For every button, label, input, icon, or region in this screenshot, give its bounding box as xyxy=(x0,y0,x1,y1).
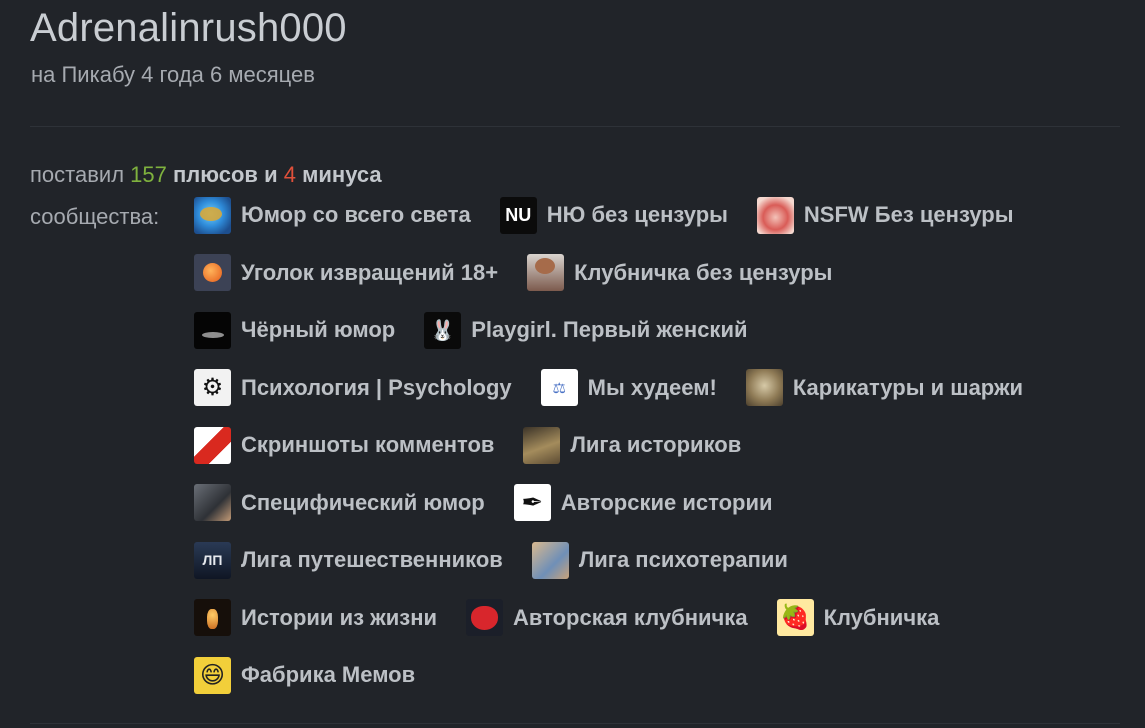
meme-face-avatar: 😄 xyxy=(194,656,231,694)
community-row: Скриншоты комментов Лига историков xyxy=(194,426,1114,484)
strawberry-badge-avatar xyxy=(466,599,504,636)
community-link[interactable]: NU НЮ без цензуры xyxy=(499,196,728,234)
community-link[interactable]: ✒ Авторские истории xyxy=(513,484,773,522)
community-link[interactable]: ⚙ Психология | Psychology xyxy=(194,369,512,407)
community-name: Клубничка xyxy=(823,604,940,630)
community-link[interactable]: Юмор со всего света xyxy=(194,196,471,234)
black-avatar xyxy=(194,311,231,349)
candle-avatar xyxy=(194,599,231,636)
community-link[interactable]: ⚖ Мы худеем! xyxy=(540,369,717,407)
community-name: Уголок извращений 18+ xyxy=(241,259,499,285)
psychotherapy-avatar xyxy=(531,541,569,579)
community-link[interactable]: Истории из жизни xyxy=(194,599,437,637)
community-link[interactable]: 🐰 Playgirl. Первый женский xyxy=(424,311,748,349)
screenshot-avatar xyxy=(194,426,231,464)
communities-list: Юмор со всего света NU НЮ без цензуры NSFW … xyxy=(194,196,1114,714)
community-name: Фабрика Мемов xyxy=(241,662,416,687)
community-link[interactable]: Уголок извращений 18+ xyxy=(194,254,498,292)
history-avatar xyxy=(523,426,561,464)
community-link[interactable]: ЛП Лига путешественников xyxy=(194,541,503,579)
community-row: Уголок извращений 18+ Клубничка без цензу… xyxy=(194,254,1114,312)
community-name: Авторские истории xyxy=(560,489,773,515)
community-link[interactable]: 😄 Фабрика Мемов xyxy=(194,656,415,694)
community-link[interactable]: 🍓 Клубничка xyxy=(776,599,940,637)
divider xyxy=(30,723,1120,724)
community-name: Юмор со всего света xyxy=(241,202,471,227)
community-name: Специфический юмор xyxy=(241,489,485,515)
votes-prefix: поставил xyxy=(30,162,125,187)
community-name: Мы худеем! xyxy=(587,374,717,400)
community-link[interactable]: NSFW Без цензуры xyxy=(756,196,1014,234)
photo-avatar xyxy=(527,254,565,291)
community-name: Лига психотерапии xyxy=(578,547,788,572)
community-name: Playgirl. Первый женский xyxy=(471,317,748,342)
community-name: Лига историков xyxy=(570,432,742,457)
community-name: Карикатуры и шаржи xyxy=(792,374,1024,400)
community-link[interactable]: Специфический юмор xyxy=(194,484,485,522)
nsfw-avatar xyxy=(756,196,794,234)
community-link[interactable]: Клубничка без цензуры xyxy=(527,254,832,292)
community-link[interactable]: Чёрный юмор xyxy=(194,311,395,349)
profile-username: Adrenalinrush000 xyxy=(30,6,347,50)
brain-avatar: ⚙ xyxy=(194,369,231,406)
community-name: Авторская клубничка xyxy=(513,604,748,630)
plus-count: 157 xyxy=(130,162,167,187)
community-name: Лига путешественников xyxy=(241,547,503,572)
community-link[interactable]: Лига историков xyxy=(523,426,741,464)
community-name: Чёрный юмор xyxy=(241,317,396,342)
community-row: Чёрный юмор 🐰 Playgirl. Первый женский xyxy=(194,311,1114,369)
specific-avatar xyxy=(194,484,231,521)
minus-word: минуса xyxy=(302,162,382,187)
minus-count: 4 xyxy=(283,162,296,187)
strawberry-avatar: 🍓 xyxy=(776,599,814,636)
community-link[interactable]: Карикатуры и шаржи xyxy=(745,369,1024,407)
bunny-avatar: 🐰 xyxy=(424,311,462,349)
community-link[interactable]: Авторская клубничка xyxy=(466,599,748,637)
community-row: 😄 Фабрика Мемов xyxy=(194,656,1114,714)
community-name: Психология | Psychology xyxy=(241,374,512,400)
community-name: Скриншоты комментов xyxy=(241,432,495,457)
feather-avatar: ✒ xyxy=(513,484,551,521)
communities-label: сообщества: xyxy=(30,204,160,229)
votes-summary: поставил 157 плюсов и 4 минуса xyxy=(30,162,382,188)
profile-tenure: на Пикабу 4 года 6 месяцев xyxy=(31,62,315,87)
community-name: Истории из жизни xyxy=(241,604,438,630)
globe-avatar xyxy=(194,196,231,234)
nu-avatar: NU xyxy=(499,196,537,234)
travel-avatar: ЛП xyxy=(194,541,231,579)
community-row: ЛП Лига путешественников Лига психотерапии xyxy=(194,541,1114,599)
scale-avatar: ⚖ xyxy=(540,369,578,406)
community-name: NSFW Без цензуры xyxy=(803,202,1014,227)
community-name: НЮ без цензуры xyxy=(546,202,728,227)
caricature-avatar xyxy=(745,369,783,406)
community-link[interactable]: Скриншоты комментов xyxy=(194,426,494,464)
community-row: Специфический юмор ✒ Авторские истории xyxy=(194,484,1114,542)
community-row: ⚙ Психология | Psychology ⚖ Мы худеем! Карик… xyxy=(194,369,1114,427)
corner-avatar xyxy=(194,254,231,291)
community-row: Юмор со всего света NU НЮ без цензуры NSFW … xyxy=(194,196,1114,254)
community-name: Клубничка без цензуры xyxy=(574,259,833,285)
community-link[interactable]: Лига психотерапии xyxy=(531,541,788,579)
divider xyxy=(30,126,1120,127)
community-row: Истории из жизни Авторская клубничка 🍓 Клуб… xyxy=(194,599,1114,657)
plus-word: плюсов и xyxy=(173,162,278,187)
